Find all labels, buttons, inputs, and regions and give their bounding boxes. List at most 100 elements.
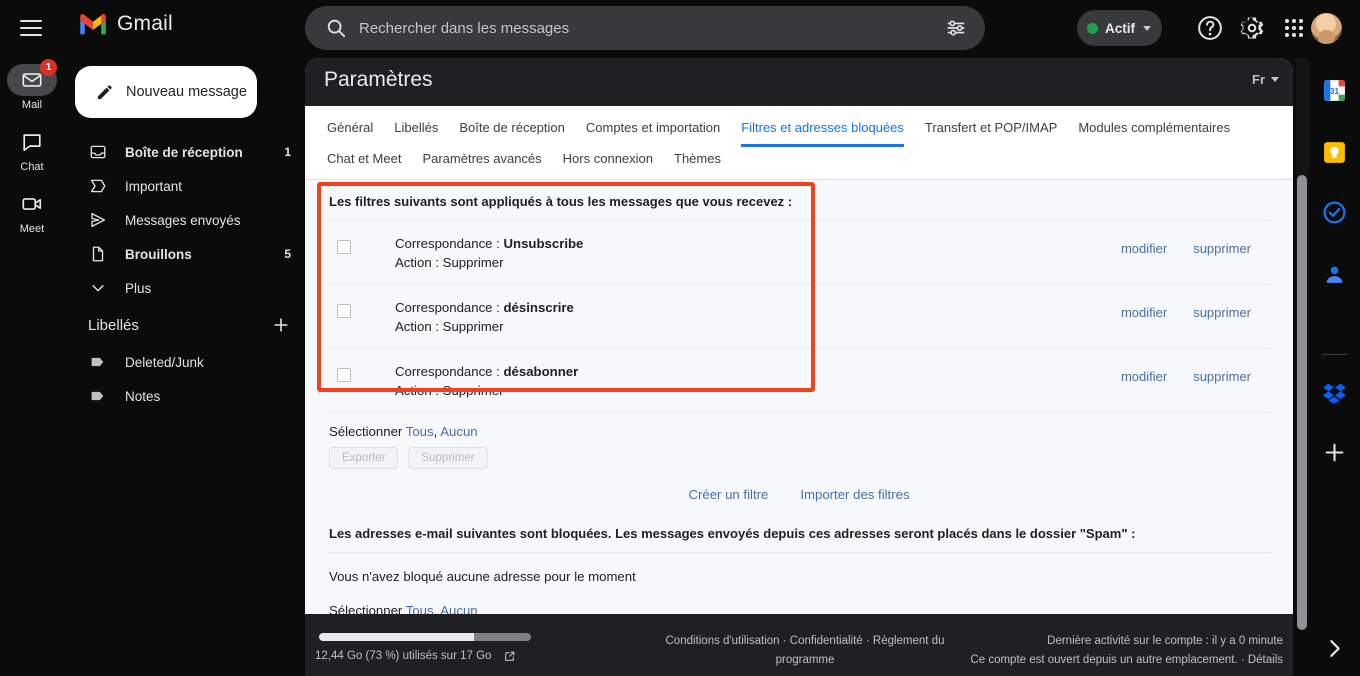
filter-row: Correspondance : désabonner Action : Sup… bbox=[327, 349, 1271, 412]
filter-match-value: désabonner bbox=[503, 364, 579, 379]
filter-match-line: Correspondance : Unsubscribe bbox=[395, 234, 1121, 253]
storage-progress-fill bbox=[319, 633, 474, 641]
tab-themes[interactable]: Thèmes bbox=[674, 147, 721, 179]
sidebar-item-more[interactable]: Plus bbox=[64, 272, 305, 304]
tab-chat-meet[interactable]: Chat et Meet bbox=[327, 147, 401, 179]
settings-tabs: Général Libellés Boîte de réception Comp… bbox=[305, 106, 1293, 180]
gear-icon[interactable] bbox=[1238, 14, 1266, 42]
edit-filter-link[interactable]: modifier bbox=[1121, 369, 1167, 384]
calendar-icon[interactable]: 31 bbox=[1322, 78, 1347, 103]
rail-item-mail[interactable]: 1 Mail bbox=[0, 59, 64, 111]
filter-action-line: Action : Supprimer bbox=[395, 317, 1121, 336]
tab-advanced[interactable]: Paramètres avancés bbox=[422, 147, 541, 179]
filter-checkbox-cell bbox=[329, 234, 395, 254]
create-filter-link[interactable]: Créer un filtre bbox=[688, 487, 768, 502]
contacts-icon[interactable] bbox=[1322, 262, 1347, 287]
page-title: Paramètres bbox=[324, 68, 433, 91]
delete-filter-link[interactable]: supprimer bbox=[1193, 305, 1251, 320]
nav-list: Boîte de réception 1 Important Messages … bbox=[64, 136, 305, 306]
tab-addons[interactable]: Modules complémentaires bbox=[1078, 116, 1230, 147]
rail-item-meet-label: Meet bbox=[19, 223, 45, 235]
status-chip[interactable]: Actif bbox=[1077, 10, 1162, 46]
dropbox-icon[interactable] bbox=[1322, 380, 1347, 405]
rail-item-chat[interactable]: Chat bbox=[0, 126, 64, 173]
rail-item-meet[interactable]: Meet bbox=[0, 188, 64, 235]
sidebar-item-more-label: Plus bbox=[125, 280, 152, 296]
labels-header-label: Libellés bbox=[88, 316, 139, 334]
compose-button[interactable]: Nouveau message bbox=[75, 66, 257, 118]
plus-icon[interactable] bbox=[271, 315, 291, 335]
chevron-down-icon bbox=[1271, 77, 1279, 82]
top-bar: Gmail Actif bbox=[0, 0, 1360, 56]
side-panel-rail: 31 bbox=[1309, 56, 1360, 676]
select-all-link[interactable]: Tous bbox=[406, 603, 434, 614]
search-bar[interactable] bbox=[305, 6, 985, 50]
filter-checkbox-cell bbox=[329, 362, 395, 382]
tab-inbox[interactable]: Boîte de réception bbox=[459, 116, 565, 147]
filter-match-line: Correspondance : désabonner bbox=[395, 362, 1121, 381]
sidebar-item-drafts-count: 5 bbox=[284, 247, 291, 261]
delete-filter-link[interactable]: supprimer bbox=[1193, 369, 1251, 384]
external-link-icon[interactable] bbox=[503, 650, 516, 663]
help-circle-icon[interactable] bbox=[1196, 14, 1224, 42]
tab-forwarding-pop-imap[interactable]: Transfert et POP/IMAP bbox=[925, 116, 1057, 147]
language-selector[interactable]: Fr bbox=[1252, 72, 1279, 87]
action-prefix: Action : bbox=[395, 319, 443, 334]
select-separator: , bbox=[433, 603, 438, 614]
search-input[interactable] bbox=[359, 19, 941, 37]
delete-filter-link[interactable]: supprimer bbox=[1193, 241, 1251, 256]
select-none-link[interactable]: Aucun bbox=[440, 603, 477, 614]
filter-actions: modifier supprimer bbox=[1121, 362, 1269, 384]
filter-checkbox[interactable] bbox=[337, 304, 351, 318]
settings-header: Paramètres Fr bbox=[305, 58, 1293, 106]
filter-action-value: Supprimer bbox=[442, 319, 504, 334]
blocked-empty-text: Vous n'avez bloqué aucune adresse pour l… bbox=[329, 569, 636, 584]
avatar[interactable] bbox=[1311, 13, 1342, 44]
apps-grid-icon[interactable] bbox=[1280, 14, 1308, 42]
chevron-right-icon[interactable] bbox=[1322, 636, 1347, 661]
sidebar-item-inbox[interactable]: Boîte de réception 1 bbox=[64, 136, 305, 168]
tab-general[interactable]: Général bbox=[327, 116, 373, 147]
filter-action-value: Supprimer bbox=[442, 383, 504, 398]
hamburger-menu-icon[interactable] bbox=[18, 15, 44, 41]
settings-tabs-row-2: Chat et Meet Paramètres avancés Hors con… bbox=[327, 147, 1271, 179]
keep-icon[interactable] bbox=[1322, 140, 1347, 165]
select-all-link[interactable]: Tous bbox=[406, 424, 434, 439]
tab-labels[interactable]: Libellés bbox=[394, 116, 438, 147]
tab-filters-blocked-addresses[interactable]: Filtres et adresses bloquées bbox=[741, 116, 904, 147]
edit-filter-link[interactable]: modifier bbox=[1121, 305, 1167, 320]
tasks-icon[interactable] bbox=[1322, 200, 1347, 225]
import-filters-link[interactable]: Importer des filtres bbox=[800, 487, 909, 502]
labels-header: Libellés bbox=[64, 308, 305, 342]
gmail-brand[interactable]: Gmail bbox=[78, 12, 173, 36]
footer-policy-links[interactable]: Conditions d'utilisation · Confidentiali… bbox=[635, 632, 975, 670]
export-button[interactable]: Exporter bbox=[329, 447, 399, 469]
mail-unread-badge: 1 bbox=[40, 59, 57, 76]
select-label: Sélectionner bbox=[329, 603, 403, 614]
tab-accounts-import[interactable]: Comptes et importation bbox=[586, 116, 720, 147]
filter-checkbox[interactable] bbox=[337, 368, 351, 382]
tab-offline[interactable]: Hors connexion bbox=[563, 147, 653, 179]
rail-item-mail-label: Mail bbox=[21, 99, 43, 111]
sidebar-label-notes[interactable]: Notes bbox=[64, 380, 305, 412]
sidebar-label-deleted-junk[interactable]: Deleted/Junk bbox=[64, 346, 305, 378]
gmail-logo-icon bbox=[80, 13, 106, 34]
settings-scrollbar-thumb[interactable] bbox=[1297, 175, 1307, 630]
filter-create-import-links: Créer un filtre Importer des filtres bbox=[327, 473, 1271, 512]
select-none-link[interactable]: Aucun bbox=[440, 424, 477, 439]
sidebar-item-important[interactable]: Important bbox=[64, 170, 305, 202]
inbox-icon bbox=[88, 143, 107, 162]
edit-filter-link[interactable]: modifier bbox=[1121, 241, 1167, 256]
filter-details: Correspondance : désinscrire Action : Su… bbox=[395, 298, 1121, 336]
plus-icon[interactable] bbox=[1322, 440, 1347, 465]
filter-details: Correspondance : désabonner Action : Sup… bbox=[395, 362, 1121, 400]
footer-activity-line2[interactable]: Ce compte est ouvert depuis un autre emp… bbox=[970, 651, 1283, 670]
sidebar-item-drafts[interactable]: Brouillons 5 bbox=[64, 238, 305, 270]
delete-selected-button[interactable]: Supprimer bbox=[408, 447, 488, 469]
action-prefix: Action : bbox=[395, 255, 443, 270]
sidebar-item-sent[interactable]: Messages envoyés bbox=[64, 204, 305, 236]
filters-select-line: Sélectionner Tous, Aucun bbox=[327, 413, 1271, 447]
tune-icon[interactable] bbox=[941, 13, 971, 43]
chat-icon bbox=[7, 126, 57, 158]
filter-checkbox[interactable] bbox=[337, 240, 351, 254]
